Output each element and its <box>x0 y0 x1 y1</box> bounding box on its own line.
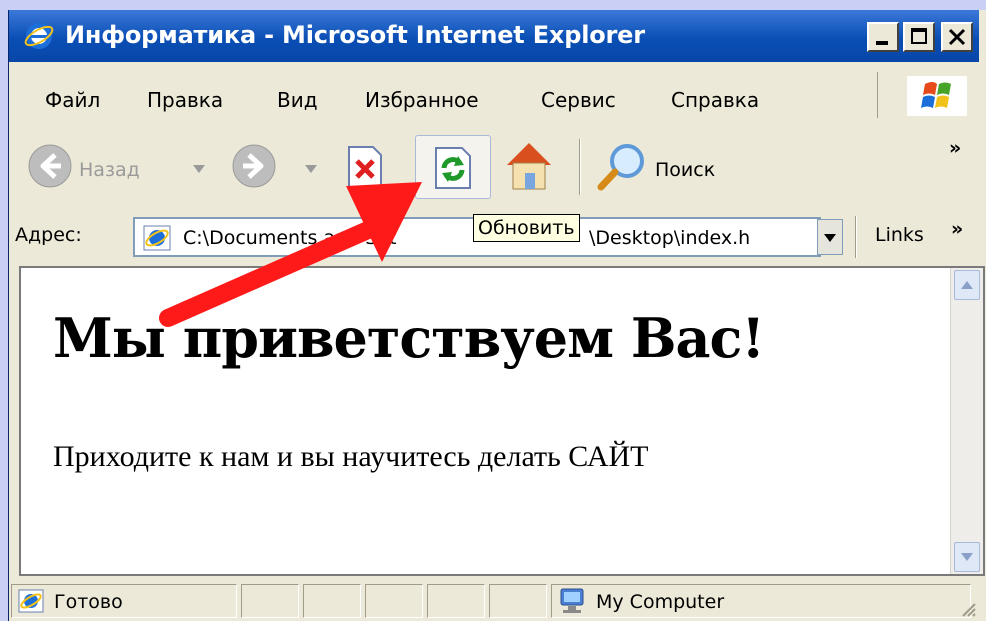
status-cell <box>365 584 423 618</box>
status-cell-main: Готово <box>11 584 237 618</box>
close-icon <box>948 28 966 46</box>
maximize-button[interactable] <box>903 22 935 52</box>
search-icon[interactable] <box>595 141 649 193</box>
status-cell <box>427 584 485 618</box>
browser-window: Информатика - Microsoft Internet Explore… <box>8 10 986 621</box>
page-icon <box>143 225 171 251</box>
page-done-icon <box>18 589 44 613</box>
address-text-right: \Desktop\index.h <box>589 227 751 249</box>
menu-help[interactable]: Справка <box>671 88 759 112</box>
minimize-icon <box>876 41 888 45</box>
close-button[interactable] <box>941 22 973 52</box>
links-button[interactable]: Links <box>875 224 924 246</box>
back-button-label[interactable]: Назад <box>79 159 140 181</box>
chevron-down-icon <box>824 234 836 242</box>
refresh-icon <box>435 147 471 189</box>
address-text-left: C:\Documents and Set <box>183 227 397 249</box>
address-label: Адрес: <box>15 224 82 246</box>
back-arrow-icon[interactable] <box>27 143 73 189</box>
menu-bar: Файл Правка Вид Избранное Сервис Справка <box>9 72 979 120</box>
page-paragraph: Приходите к нам и вы научитесь делать СА… <box>53 440 649 473</box>
menu-tools[interactable]: Сервис <box>541 88 616 112</box>
page-heading: Мы приветствуем Вас! <box>53 306 765 370</box>
status-cell <box>241 584 299 618</box>
menu-edit[interactable]: Правка <box>147 88 223 112</box>
toolbar-divider <box>579 139 581 195</box>
zone-text: My Computer <box>596 591 725 613</box>
window-title: Информатика - Microsoft Internet Explore… <box>65 21 645 49</box>
page-content: Мы приветствуем Вас! Приходите к нам и в… <box>19 266 985 576</box>
toolbar-chevron[interactable]: » <box>949 137 961 159</box>
status-text: Готово <box>54 591 123 613</box>
refresh-button[interactable] <box>415 135 491 199</box>
search-button-label[interactable]: Поиск <box>655 159 715 181</box>
scroll-up-button[interactable] <box>954 270 980 300</box>
links-chevron[interactable]: » <box>951 218 963 240</box>
resize-grip-icon[interactable] <box>959 600 977 618</box>
scroll-down-button[interactable] <box>954 542 980 572</box>
forward-arrow-icon[interactable] <box>231 143 277 189</box>
arrow-down-icon <box>961 553 973 561</box>
menu-file[interactable]: Файл <box>45 88 100 112</box>
arrow-up-icon <box>961 281 973 289</box>
maximize-icon <box>911 28 927 44</box>
windows-logo-icon <box>907 76 967 116</box>
vertical-scrollbar[interactable] <box>950 268 983 574</box>
minimize-button[interactable] <box>867 22 899 52</box>
address-dropdown-button[interactable] <box>817 219 843 255</box>
back-dropdown-icon[interactable] <box>193 165 205 173</box>
my-computer-icon <box>560 588 584 613</box>
address-divider <box>855 216 857 258</box>
status-cell <box>489 584 547 618</box>
status-cell <box>303 584 361 618</box>
status-cell-zone: My Computer <box>551 584 971 618</box>
refresh-tooltip: Обновить <box>473 214 580 242</box>
menu-favorites[interactable]: Избранное <box>365 88 479 112</box>
status-bar: Готово My Computer <box>9 578 979 621</box>
standard-toolbar: Назад Поиск » <box>9 125 979 207</box>
menu-view[interactable]: Вид <box>277 88 318 112</box>
stop-icon[interactable] <box>345 145 385 189</box>
title-bar[interactable]: Информатика - Microsoft Internet Explore… <box>9 10 979 62</box>
forward-dropdown-icon[interactable] <box>305 165 317 173</box>
home-icon[interactable] <box>501 139 557 193</box>
menu-divider <box>877 72 878 118</box>
ie-logo-icon <box>24 23 54 49</box>
